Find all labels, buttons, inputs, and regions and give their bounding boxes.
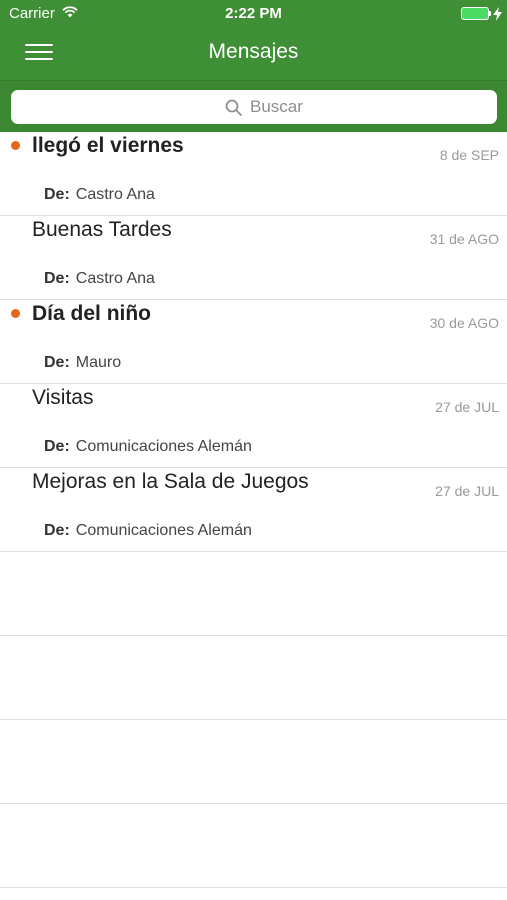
status-time: 2:22 PM bbox=[225, 5, 282, 22]
bolt-icon bbox=[493, 7, 502, 21]
from-label: De: bbox=[44, 270, 70, 287]
nav-bar: Mensajes bbox=[0, 28, 507, 78]
message-date: 31 de AGO bbox=[429, 231, 499, 247]
message-from: De: Comunicaciones Alemán bbox=[44, 522, 252, 540]
from-label: De: bbox=[44, 186, 70, 203]
search-bar bbox=[0, 80, 507, 132]
from-name: Castro Ana bbox=[75, 186, 155, 203]
message-row[interactable]: Buenas Tardes 31 de AGO De: Castro Ana bbox=[0, 216, 507, 300]
from-label: De: bbox=[44, 438, 70, 455]
empty-row bbox=[0, 552, 507, 636]
message-date: 8 de SEP bbox=[439, 147, 499, 163]
message-subject: Mejoras en la Sala de Juegos bbox=[32, 470, 309, 493]
message-date: 30 de AGO bbox=[429, 315, 499, 331]
battery-icon bbox=[461, 7, 489, 20]
search-input[interactable] bbox=[250, 96, 450, 118]
app-header: Carrier 2:22 PM Mensajes bbox=[0, 0, 507, 132]
empty-row bbox=[0, 720, 507, 804]
message-from: De: Castro Ana bbox=[44, 270, 155, 288]
status-bar: Carrier 2:22 PM bbox=[0, 0, 507, 28]
from-name: Comunicaciones Alemán bbox=[75, 438, 252, 455]
message-from: De: Castro Ana bbox=[44, 186, 155, 204]
from-name: Comunicaciones Alemán bbox=[75, 522, 252, 539]
message-row[interactable]: Visitas 27 de JUL De: Comunicaciones Alem… bbox=[0, 384, 507, 468]
search-field[interactable] bbox=[11, 90, 497, 124]
from-label: De: bbox=[44, 522, 70, 539]
message-subject: llegó el viernes bbox=[32, 134, 184, 157]
message-subject: Día del niño bbox=[32, 302, 152, 325]
page-title: Mensajes bbox=[208, 40, 299, 63]
unread-dot-icon bbox=[11, 309, 20, 318]
message-from: De: Mauro bbox=[44, 354, 121, 372]
message-list: llegó el viernes 8 de SEP De: Castro Ana … bbox=[0, 132, 507, 888]
from-label: De: bbox=[44, 354, 70, 371]
message-from: De: Comunicaciones Alemán bbox=[44, 438, 252, 456]
message-row[interactable]: Día del niño 30 de AGO De: Mauro bbox=[0, 300, 507, 384]
message-date: 27 de JUL bbox=[435, 483, 499, 499]
message-date: 27 de JUL bbox=[435, 399, 499, 415]
search-icon bbox=[225, 99, 242, 116]
from-name: Castro Ana bbox=[75, 270, 155, 287]
message-row[interactable]: Mejoras en la Sala de Juegos 27 de JUL D… bbox=[0, 468, 507, 552]
empty-row bbox=[0, 636, 507, 720]
from-name: Mauro bbox=[75, 354, 122, 371]
message-row[interactable]: llegó el viernes 8 de SEP De: Castro Ana bbox=[0, 132, 507, 216]
empty-row bbox=[0, 804, 507, 888]
battery-tip bbox=[489, 11, 491, 16]
message-subject: Visitas bbox=[32, 386, 94, 409]
message-subject: Buenas Tardes bbox=[32, 218, 172, 241]
unread-dot-icon bbox=[11, 141, 20, 150]
